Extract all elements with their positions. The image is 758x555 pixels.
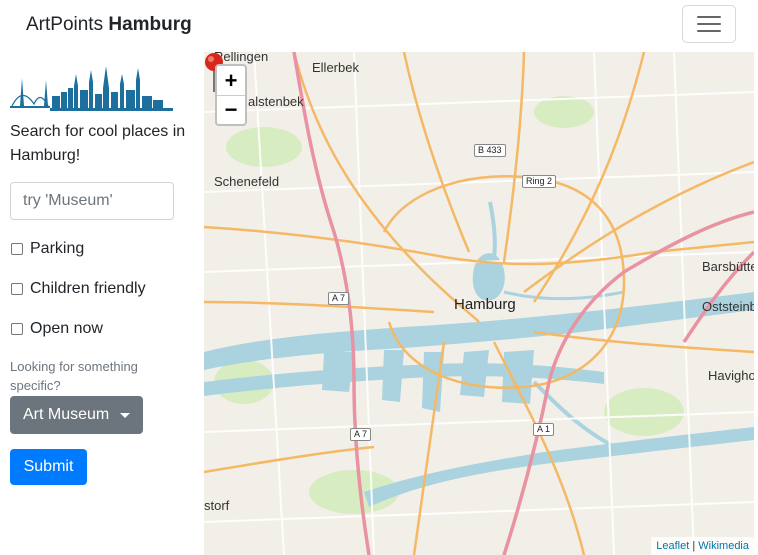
place-label: Oststeinb: [702, 299, 754, 314]
brand-prefix: ArtPoints: [26, 14, 104, 35]
place-label: alstenbek: [248, 94, 304, 109]
children-friendly-checkbox-row[interactable]: Children friendly: [10, 278, 146, 300]
children-friendly-label: Children friendly: [30, 280, 146, 297]
place-label: Barsbütte: [702, 259, 754, 274]
zoom-control: + −: [215, 64, 247, 126]
open-now-checkbox-row[interactable]: Open now: [10, 318, 103, 340]
brand-bold: Hamburg: [108, 14, 192, 35]
road-shield: Ring 2: [522, 175, 557, 188]
parking-checkbox[interactable]: [11, 243, 23, 255]
children-friendly-checkbox[interactable]: [11, 283, 23, 295]
caret-down-icon: [120, 413, 130, 418]
parking-checkbox-row[interactable]: Parking: [10, 238, 84, 260]
hamburger-icon-bar: [697, 23, 721, 25]
open-now-label: Open now: [30, 320, 103, 337]
place-label: storf: [204, 498, 230, 513]
hamburg-skyline-logo: [10, 66, 173, 111]
search-input[interactable]: [10, 182, 174, 220]
category-selected: Art Museum: [23, 406, 110, 423]
hamburger-icon-bar: [697, 16, 721, 18]
road-shield: A 7: [350, 428, 372, 441]
specific-label: Looking for something specific?: [10, 359, 138, 393]
hamburger-icon-bar: [697, 30, 721, 32]
place-label: Havigho: [708, 368, 754, 383]
search-intro-text: Search for cool places in Hamburg!: [10, 123, 186, 164]
road-shield: B 433: [474, 144, 506, 157]
road-shield: A 1: [533, 423, 555, 436]
wikimedia-link[interactable]: Wikimedia: [698, 540, 749, 552]
zoom-out-button[interactable]: −: [217, 95, 245, 124]
brand[interactable]: ArtPoints Hamburg: [26, 13, 192, 37]
leaflet-link[interactable]: Leaflet: [656, 540, 689, 552]
sidebar: Search for cool places in Hamburg! Parki…: [0, 52, 204, 555]
attribution-separator: |: [692, 540, 696, 552]
road-shield: A 7: [328, 292, 350, 305]
map-attribution: Leaflet | Wikimedia: [651, 537, 754, 555]
category-dropdown[interactable]: Art Museum: [10, 396, 143, 434]
zoom-in-button[interactable]: +: [217, 66, 245, 96]
place-label-city: Hamburg: [454, 296, 516, 313]
map[interactable]: Rellingen Ellerbek alstenbek Schenefeld …: [204, 52, 754, 555]
menu-toggle-button[interactable]: [682, 5, 736, 43]
place-label: Schenefeld: [214, 174, 280, 189]
navbar: ArtPoints Hamburg: [0, 0, 758, 52]
place-label: Ellerbek: [312, 60, 359, 75]
parking-label: Parking: [30, 240, 85, 257]
submit-button[interactable]: Submit: [10, 449, 87, 485]
open-now-checkbox[interactable]: [11, 323, 23, 335]
